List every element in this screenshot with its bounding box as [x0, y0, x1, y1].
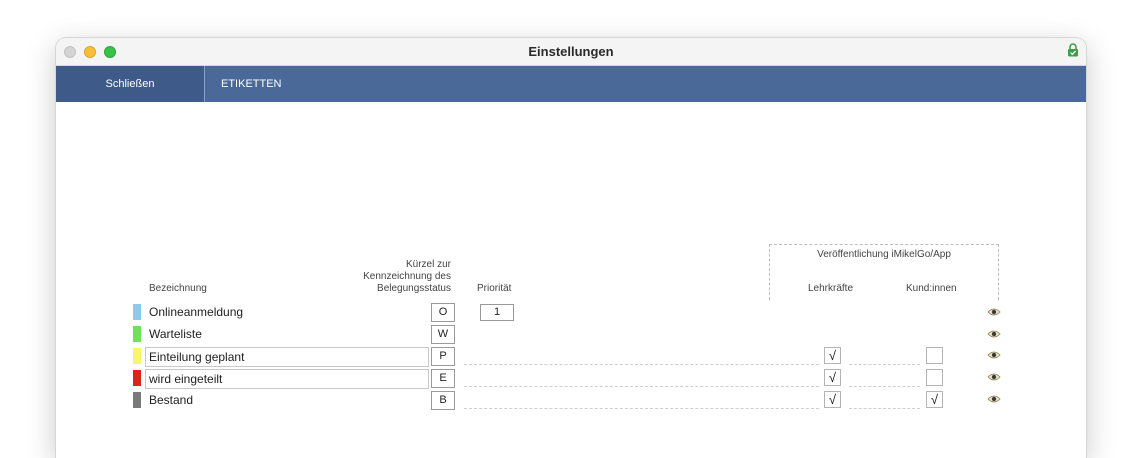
status-code-field[interactable]: O: [431, 303, 455, 322]
eye-icon[interactable]: [987, 350, 1001, 360]
color-swatch[interactable]: [133, 348, 141, 364]
row-divider: [849, 386, 920, 387]
row-divider: [849, 408, 920, 409]
window-title: Einstellungen: [528, 44, 614, 59]
status-code-field[interactable]: B: [431, 391, 455, 410]
row-label: Onlineanmeldung: [149, 305, 244, 319]
status-code-field[interactable]: P: [431, 347, 455, 366]
lehrkraefte-checkbox[interactable]: √: [824, 369, 841, 386]
color-swatch[interactable]: [133, 370, 141, 386]
header-kuerzel: Kürzel zur Kennzeichnung des Belegungsst…: [321, 259, 451, 295]
eye-icon[interactable]: [987, 394, 1001, 404]
header-prioritaet: Priorität: [477, 283, 512, 294]
lehrkraefte-checkbox[interactable]: √: [824, 391, 841, 408]
lock-check-icon[interactable]: [1067, 43, 1079, 57]
eye-icon[interactable]: [987, 329, 1001, 339]
eye-icon[interactable]: [987, 372, 1001, 382]
header-publication: Veröffentlichung iMikelGo/App: [817, 249, 951, 260]
kundinnen-checkbox[interactable]: [926, 347, 943, 364]
lehrkraefte-checkbox[interactable]: √: [824, 347, 841, 364]
kundinnen-checkbox[interactable]: √: [926, 391, 943, 408]
header-kuerzel-line2: Kennzeichnung des: [363, 271, 451, 282]
toolbar: Schließen ETIKETTEN: [56, 66, 1086, 102]
settings-window: Einstellungen Schließen ETIKETTEN Bezeic…: [56, 38, 1086, 458]
header-kuerzel-line3: Belegungsstatus: [377, 283, 451, 294]
title-bar: Einstellungen: [56, 38, 1086, 66]
schliessen-button[interactable]: Schließen: [56, 66, 205, 102]
priority-field[interactable]: 1: [480, 304, 514, 321]
row-divider: [464, 408, 819, 409]
header-bezeichnung: Bezeichnung: [149, 283, 207, 294]
row-divider: [849, 364, 920, 365]
row-divider: [464, 364, 819, 365]
row-label: Bestand: [149, 393, 194, 407]
row-divider: [464, 386, 819, 387]
color-swatch[interactable]: [133, 326, 141, 342]
settings-content: Bezeichnung Kürzel zur Kennzeichnung des…: [56, 102, 1086, 458]
etiketten-button[interactable]: ETIKETTEN: [221, 66, 282, 102]
color-swatch[interactable]: [133, 392, 141, 408]
header-kuerzel-line1: Kürzel zur: [405, 259, 451, 270]
header-lehrkraefte: Lehrkräfte: [808, 283, 854, 294]
header-kundinnen: Kund:innen: [906, 283, 957, 294]
kundinnen-checkbox[interactable]: [926, 369, 943, 386]
status-code-field[interactable]: E: [431, 369, 455, 388]
status-code-field[interactable]: W: [431, 325, 455, 344]
row-label-field[interactable]: wird eingeteilt: [145, 369, 429, 389]
row-label: Warteliste: [149, 327, 202, 341]
eye-icon[interactable]: [987, 307, 1001, 317]
row-label-field[interactable]: Einteilung geplant: [145, 347, 429, 367]
color-swatch[interactable]: [133, 304, 141, 320]
